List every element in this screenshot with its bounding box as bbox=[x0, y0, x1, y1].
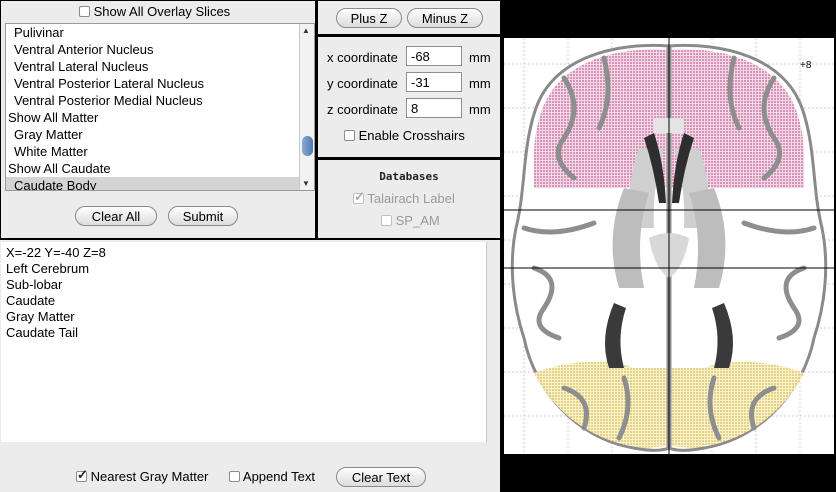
append-text-checkbox[interactable] bbox=[229, 471, 240, 482]
spam-label: SP_AM bbox=[395, 213, 440, 228]
nearest-gray-matter-toggle[interactable]: Nearest Gray Matter bbox=[76, 467, 209, 484]
spam-toggle[interactable]: SP_AM bbox=[381, 213, 440, 228]
append-text-toggle[interactable]: Append Text bbox=[229, 469, 315, 484]
enable-crosshairs-label: Enable Crosshairs bbox=[358, 128, 465, 143]
slice-position-label: +8 bbox=[800, 60, 812, 71]
show-all-overlay-checkbox[interactable] bbox=[79, 6, 90, 17]
y-unit-label: mm bbox=[469, 76, 491, 91]
talairach-label-toggle[interactable]: Talairach Label bbox=[353, 189, 455, 206]
overlay-list-item[interactable]: Ventral Posterior Lateral Nucleus bbox=[6, 75, 314, 92]
plus-z-button[interactable]: Plus Z bbox=[336, 8, 402, 28]
x-coordinate-input[interactable] bbox=[406, 46, 462, 66]
overlay-list-item[interactable]: Ventral Posterior Medial Nucleus bbox=[6, 92, 314, 109]
output-line: Caudate Tail bbox=[6, 325, 79, 340]
z-controls-panel: Plus Z Minus Z bbox=[318, 1, 500, 34]
overlay-panel: Show All Overlay Slices Pulivinar Ventral… bbox=[1, 1, 315, 238]
overlay-list-item[interactable]: Pulivinar bbox=[6, 24, 314, 41]
overlay-list-item[interactable]: Show All Matter bbox=[6, 109, 314, 126]
z-coordinate-input[interactable] bbox=[406, 98, 462, 118]
output-line: Left Cerebrum bbox=[6, 261, 90, 276]
clear-all-button[interactable]: Clear All bbox=[75, 206, 157, 226]
clear-text-button[interactable]: Clear Text bbox=[336, 467, 426, 487]
scrollbar-thumb[interactable] bbox=[302, 136, 313, 156]
nearest-gray-matter-checkbox[interactable] bbox=[76, 467, 88, 483]
x-coordinate-label: x coordinate bbox=[327, 50, 398, 65]
overlay-list-scrollbar[interactable]: ▲ ▼ bbox=[299, 24, 314, 190]
enable-crosshairs-checkbox[interactable] bbox=[344, 130, 355, 141]
enable-crosshairs-toggle[interactable]: Enable Crosshairs bbox=[344, 128, 465, 143]
output-line: Gray Matter bbox=[6, 309, 75, 324]
y-coordinate-input[interactable] bbox=[406, 72, 462, 92]
overlay-list-item[interactable]: Show All Caudate bbox=[6, 160, 314, 177]
y-coordinate-label: y coordinate bbox=[327, 76, 398, 91]
scroll-up-arrow-icon[interactable]: ▲ bbox=[302, 26, 310, 35]
z-coordinate-label: z coordinate bbox=[327, 102, 398, 117]
scroll-down-arrow-icon[interactable]: ▼ bbox=[302, 179, 310, 188]
overlay-list-item[interactable]: Caudate Body bbox=[6, 177, 314, 190]
talairach-checkbox[interactable] bbox=[353, 189, 365, 205]
talairach-label: Talairach Label bbox=[367, 191, 455, 206]
brain-slice-image: +8 bbox=[504, 38, 834, 454]
overlay-list-item[interactable]: Gray Matter bbox=[6, 126, 314, 143]
show-all-overlay-toggle[interactable]: Show All Overlay Slices bbox=[79, 4, 230, 19]
show-all-overlay-label: Show All Overlay Slices bbox=[93, 4, 231, 19]
output-line: Caudate bbox=[6, 293, 56, 308]
output-line: Sub-lobar bbox=[6, 277, 63, 292]
x-unit-label: mm bbox=[469, 50, 491, 65]
overlay-list-item[interactable]: White Matter bbox=[6, 143, 314, 160]
coordinates-panel: x coordinate mm y coordinate mm z coordi… bbox=[318, 37, 500, 157]
nearest-gray-matter-label: Nearest Gray Matter bbox=[90, 469, 209, 484]
output-text-area[interactable]: X=-22 Y=-40 Z=8 Left Cerebrum Sub-lobar Cau… bbox=[1, 242, 487, 442]
overlay-list-item[interactable]: Ventral Anterior Nucleus bbox=[6, 41, 314, 58]
output-line: X=-22 Y=-40 Z=8 bbox=[6, 245, 106, 260]
append-text-label: Append Text bbox=[242, 469, 315, 484]
databases-panel: Databases Talairach Label SP_AM bbox=[318, 160, 500, 238]
databases-title: Databases bbox=[379, 170, 439, 183]
overlay-listbox[interactable]: Pulivinar Ventral Anterior Nucleus Ventral… bbox=[5, 23, 315, 191]
spam-checkbox[interactable] bbox=[381, 215, 392, 226]
minus-z-button[interactable]: Minus Z bbox=[407, 8, 483, 28]
submit-button[interactable]: Submit bbox=[168, 206, 238, 226]
brain-slice-viewer[interactable]: +8 bbox=[504, 38, 834, 454]
z-unit-label: mm bbox=[469, 102, 491, 117]
overlay-list-item[interactable]: Ventral Lateral Nucleus bbox=[6, 58, 314, 75]
